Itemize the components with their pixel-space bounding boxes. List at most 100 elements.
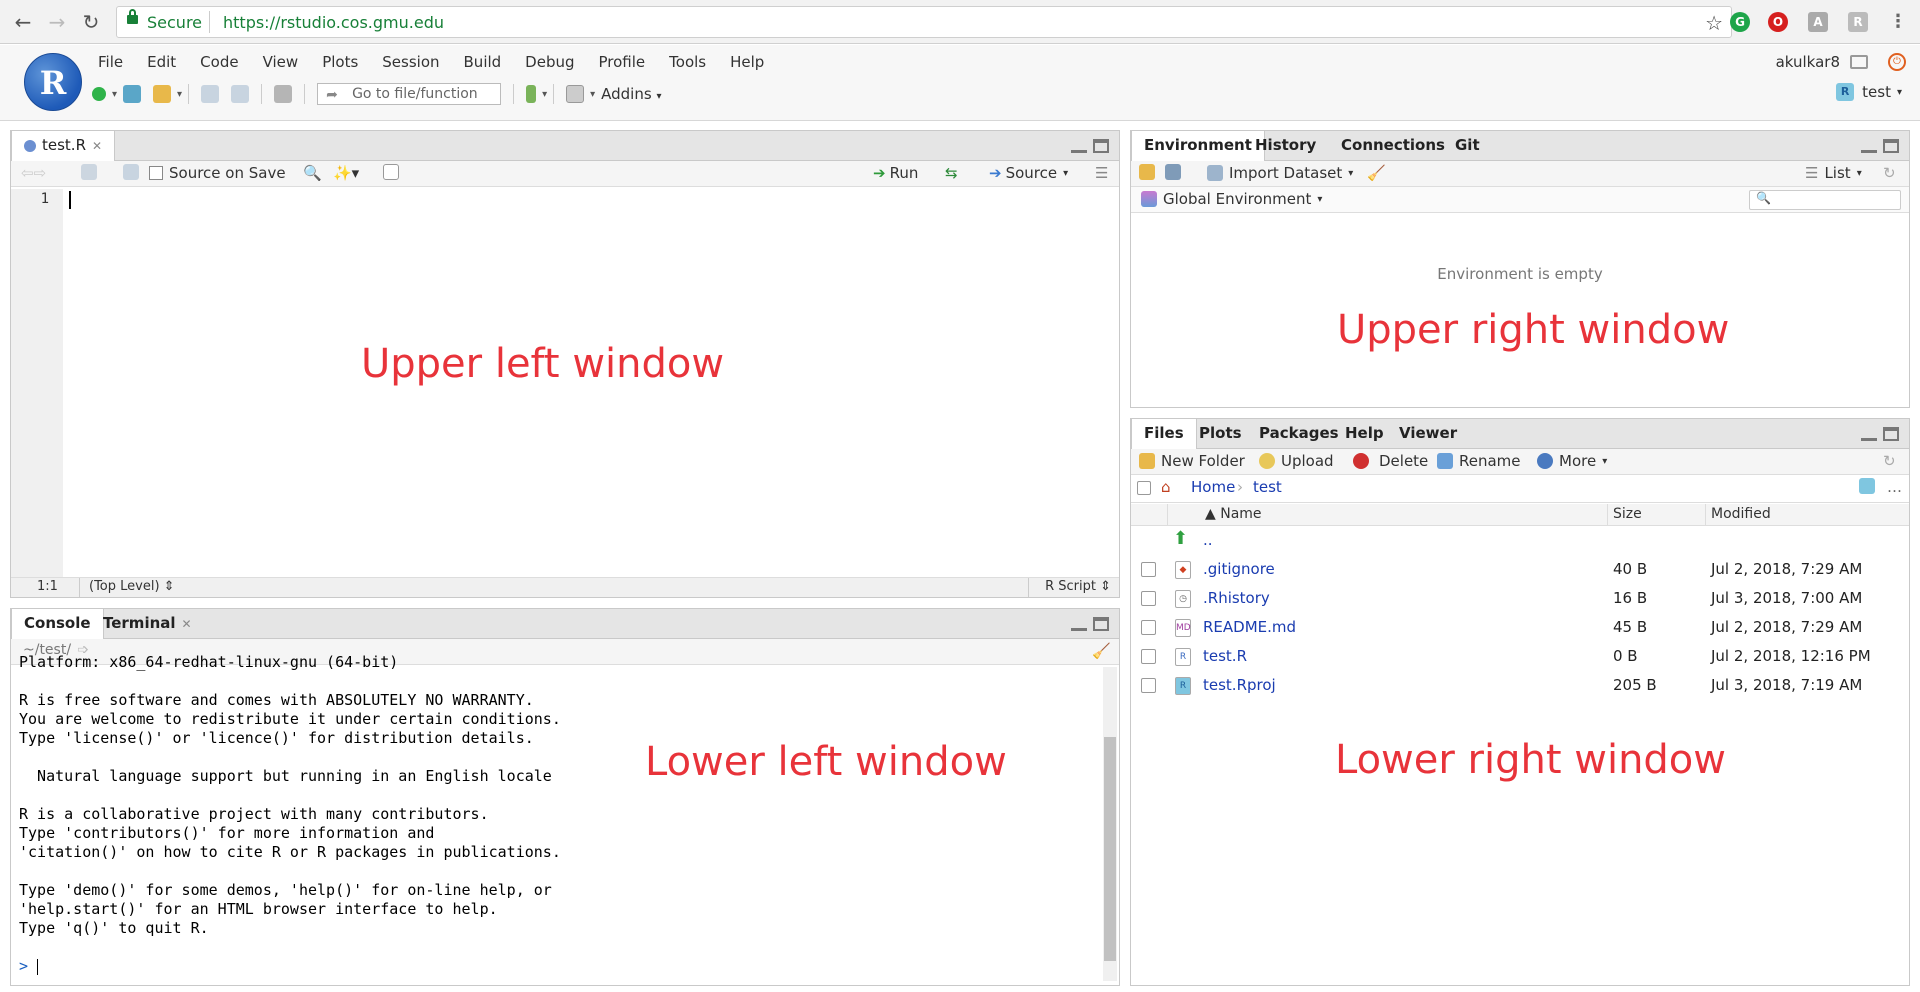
address-bar[interactable]: Secure https://rstudio.cos.gmu.edu ☆ — [116, 6, 1732, 38]
parent-dir-link[interactable]: .. — [1203, 531, 1213, 549]
file-name[interactable]: .Rhistory — [1203, 589, 1270, 607]
table-row[interactable]: MD README.md 45 B Jul 2, 2018, 7:29 AM — [1131, 613, 1909, 642]
row-checkbox[interactable] — [1141, 591, 1156, 606]
run-button[interactable]: ➔ Run — [873, 164, 918, 182]
table-row[interactable]: ◷ .Rhistory 16 B Jul 3, 2018, 7:00 AM — [1131, 584, 1909, 613]
table-row[interactable]: Rtest.R 0 B Jul 2, 2018, 12:16 PM — [1131, 642, 1909, 671]
breadcrumb-test[interactable]: test — [1253, 478, 1282, 496]
row-checkbox[interactable] — [1141, 649, 1156, 664]
source-button[interactable]: ➔ Source ▾ — [989, 164, 1068, 182]
minimize-icon[interactable] — [1861, 427, 1877, 441]
addins-menu[interactable]: Addins ▾ — [601, 85, 661, 103]
close-tab-icon[interactable]: ✕ — [92, 139, 102, 153]
delete-button[interactable]: Delete — [1353, 452, 1428, 470]
forward-arrow-icon[interactable]: → — [42, 8, 72, 36]
minimize-icon[interactable] — [1861, 139, 1877, 153]
menu-file[interactable]: File — [86, 51, 135, 75]
back-arrow-icon[interactable]: ← — [8, 8, 38, 36]
file-name[interactable]: README.md — [1203, 618, 1296, 636]
git-icon[interactable] — [526, 85, 537, 103]
profile-extension-icon[interactable]: R — [1848, 12, 1868, 32]
menu-debug[interactable]: Debug — [513, 51, 586, 75]
menu-code[interactable]: Code — [188, 51, 250, 75]
maximize-icon[interactable] — [1883, 427, 1899, 441]
scroll-thumb[interactable] — [1104, 737, 1116, 961]
select-all-checkbox[interactable] — [1137, 481, 1151, 495]
minimize-icon[interactable] — [1071, 617, 1087, 631]
refresh-files-icon[interactable]: ↻ — [1883, 452, 1896, 470]
back-icon[interactable]: ⇦⇨ — [21, 164, 46, 182]
project-menu[interactable]: R test ▾ — [1836, 83, 1902, 101]
refresh-environment-icon[interactable]: ↻ — [1883, 164, 1896, 182]
reload-icon[interactable]: ↻ — [76, 8, 106, 36]
source-on-save-checkbox[interactable]: Source on Save — [149, 164, 286, 182]
new-project-icon[interactable] — [123, 85, 142, 103]
size-column-header[interactable]: Size — [1613, 506, 1642, 522]
go-to-file-input[interactable]: ➦ Go to file/function — [317, 83, 502, 105]
compile-report-icon[interactable] — [383, 164, 405, 180]
menu-session[interactable]: Session — [370, 51, 451, 75]
acrobat-extension-icon[interactable]: A — [1808, 12, 1828, 32]
load-workspace-icon[interactable] — [1139, 164, 1161, 180]
global-environment-selector[interactable]: Global Environment ▾ — [1141, 190, 1322, 208]
menu-edit[interactable]: Edit — [135, 51, 188, 75]
environment-search-input[interactable]: 🔍 — [1749, 190, 1901, 210]
opera-extension-icon[interactable]: O — [1768, 12, 1788, 32]
save-icon[interactable] — [201, 85, 220, 103]
new-folder-button[interactable]: New Folder — [1139, 452, 1245, 470]
print-icon[interactable] — [274, 85, 293, 103]
menu-build[interactable]: Build — [452, 51, 514, 75]
open-file-icon[interactable] — [153, 85, 172, 103]
show-in-window-icon[interactable] — [81, 164, 103, 180]
workspace-panes-icon[interactable] — [566, 85, 585, 103]
scope-selector[interactable]: (Top Level) ⇕ — [89, 579, 175, 594]
code-tools-wand-icon[interactable]: ✨▾ — [333, 164, 359, 182]
table-row[interactable]: ◆ .gitignore 40 B Jul 2, 2018, 7:29 AM — [1131, 555, 1909, 584]
maximize-icon[interactable] — [1883, 139, 1899, 153]
new-file-icon[interactable] — [92, 87, 106, 101]
tab-test-r[interactable]: test.R ✕ — [11, 131, 116, 162]
find-icon[interactable]: 🔍 — [303, 164, 322, 182]
new-file-dropdown-icon[interactable]: ▾ — [112, 89, 117, 100]
menu-tools[interactable]: Tools — [657, 51, 718, 75]
bookmark-star-icon[interactable]: ☆ — [1705, 11, 1723, 35]
tab-history[interactable]: History — [1243, 131, 1328, 161]
sign-out-icon[interactable] — [1850, 55, 1868, 69]
row-checkbox[interactable] — [1141, 620, 1156, 635]
power-icon[interactable]: ⏻ — [1888, 53, 1906, 71]
file-type-selector[interactable]: R Script ⇕ — [1045, 579, 1111, 594]
chrome-menu-icon[interactable]: ⋮ — [1888, 12, 1908, 32]
save-all-icon[interactable] — [231, 85, 250, 103]
file-name[interactable]: .gitignore — [1203, 560, 1275, 578]
row-checkbox[interactable] — [1141, 678, 1156, 693]
tab-viewer[interactable]: Viewer — [1387, 419, 1469, 449]
git-dropdown-icon[interactable]: ▾ — [542, 89, 547, 100]
name-column-header[interactable]: ▲ Name — [1205, 506, 1262, 522]
rerun-icon[interactable]: ⇆ — [945, 164, 958, 182]
rename-button[interactable]: Rename — [1437, 452, 1521, 470]
more-button[interactable]: More ▾ — [1537, 452, 1607, 470]
panes-dropdown-icon[interactable]: ▾ — [590, 89, 595, 100]
maximize-icon[interactable] — [1093, 617, 1109, 631]
tab-console[interactable]: Console — [11, 609, 104, 640]
console-prompt[interactable]: > — [19, 957, 39, 975]
import-dataset-button[interactable]: Import Dataset ▾ — [1207, 164, 1353, 182]
go-to-project-icon[interactable] — [1859, 478, 1881, 494]
save-file-icon[interactable] — [123, 164, 145, 180]
close-terminal-icon[interactable]: ✕ — [182, 617, 192, 631]
upload-button[interactable]: Upload — [1259, 452, 1334, 470]
tab-plots[interactable]: Plots — [1187, 419, 1254, 449]
menu-view[interactable]: View — [251, 51, 311, 75]
outline-icon[interactable]: ☰ — [1095, 164, 1108, 182]
menu-profile[interactable]: Profile — [587, 51, 658, 75]
tab-terminal[interactable]: Terminal ✕ — [91, 609, 204, 639]
tab-connections[interactable]: Connections — [1329, 131, 1457, 161]
row-checkbox[interactable] — [1141, 562, 1156, 577]
clear-workspace-icon[interactable]: 🧹 — [1367, 164, 1386, 182]
table-row[interactable]: Rtest.Rproj 205 B Jul 3, 2018, 7:19 AM — [1131, 671, 1909, 700]
menu-plots[interactable]: Plots — [310, 51, 370, 75]
tab-git[interactable]: Git — [1443, 131, 1492, 161]
file-name[interactable]: test.R — [1203, 647, 1247, 665]
save-workspace-icon[interactable] — [1165, 164, 1187, 180]
menu-help[interactable]: Help — [718, 51, 776, 75]
